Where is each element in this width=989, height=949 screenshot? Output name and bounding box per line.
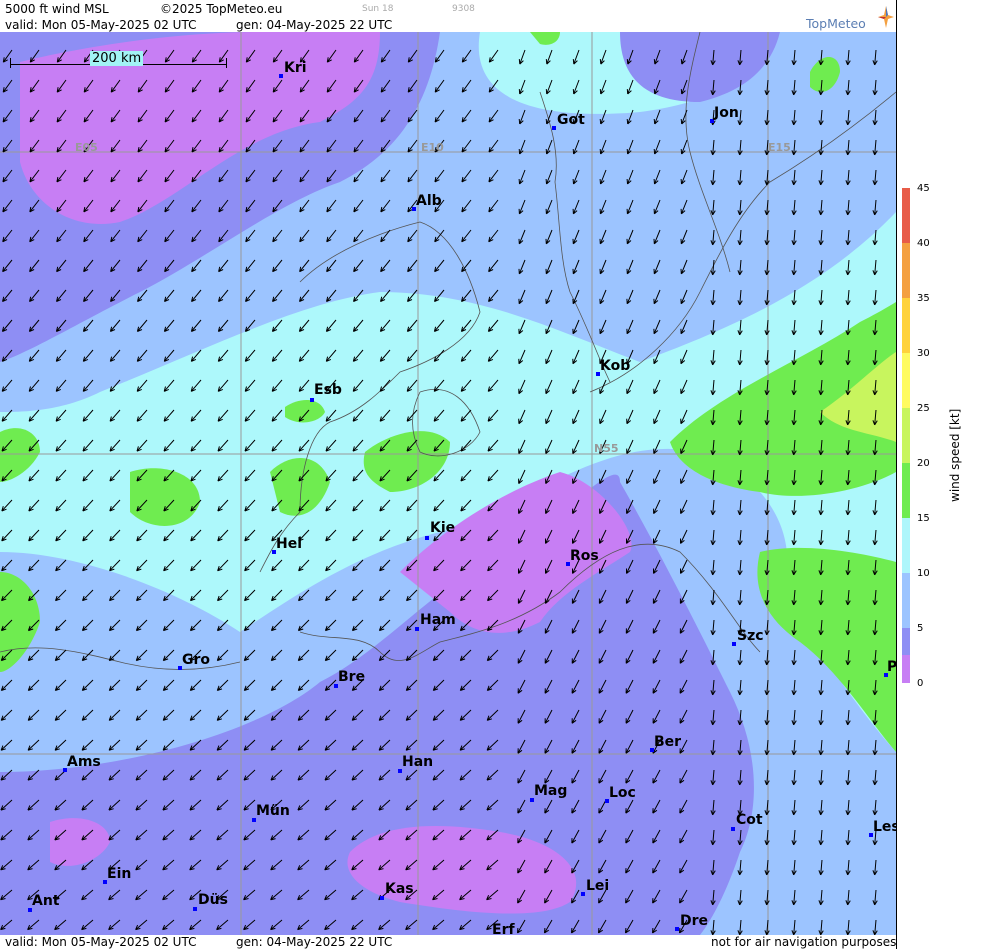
sun-text: Sun 18 <box>362 4 394 14</box>
city-label-kri: Kri <box>284 60 307 76</box>
city-label-kob: Kob <box>600 358 631 374</box>
scale-label: 200 km <box>90 51 144 66</box>
legend-tick: 30 <box>917 348 930 359</box>
map-title: 5000 ft wind MSL <box>5 2 109 16</box>
legend-tick: 5 <box>917 623 924 634</box>
wind-speed-field <box>0 32 896 935</box>
city-label-ber: Ber <box>654 734 682 750</box>
city-label-p: P <box>887 659 896 675</box>
city-label-kie: Kie <box>430 520 456 536</box>
city-label-gro: Gro <box>182 652 211 668</box>
legend-unit-label: wind speed [kt] <box>948 408 962 502</box>
city-marker <box>731 827 735 831</box>
colorbar-segment <box>902 655 910 683</box>
legend-tick: 45 <box>917 183 930 194</box>
city-marker <box>425 536 429 540</box>
grid-label-e10: E10 <box>421 141 444 154</box>
city-label-hel: Hel <box>276 536 303 552</box>
city-label-lei: Lei <box>586 878 610 894</box>
legend-tick: 35 <box>917 293 930 304</box>
city-label-ant: Ant <box>32 893 60 909</box>
city-marker <box>415 627 419 631</box>
map-header: 5000 ft wind MSL ©2025 TopMeteo.eu Sun 1… <box>0 0 896 32</box>
wind-map[interactable]: 200 km E05 E10 E15 N55 Kri Got Jon Alb E… <box>0 32 896 935</box>
generation-time: gen: 04-May-2025 22 UTC <box>236 18 393 32</box>
city-marker <box>310 398 314 402</box>
colorbar-segment <box>902 408 910 463</box>
disclaimer-text: not for air navigation purposes <box>711 935 897 949</box>
city-label-kas: Kas <box>385 881 414 897</box>
legend-tick: 40 <box>917 238 930 249</box>
legend-tick: 20 <box>917 458 930 469</box>
city-label-ham: Ham <box>420 612 456 628</box>
colorbar-segment <box>902 188 910 243</box>
topmeteo-logo: TopMeteo <box>806 6 896 32</box>
city-label-loc: Loc <box>609 785 636 801</box>
city-label-ams: Ams <box>67 754 101 770</box>
map-footer: valid: Mon 05-May-2025 02 UTC gen: 04-Ma… <box>0 935 896 949</box>
city-label-got: Got <box>557 112 585 128</box>
city-label-erf: Erf <box>492 922 515 935</box>
city-label-les: Les <box>873 819 896 835</box>
compass-star-icon <box>878 6 894 28</box>
city-marker <box>581 892 585 896</box>
footer-valid-time: valid: Mon 05-May-2025 02 UTC <box>5 935 197 949</box>
grid-label-e05: E05 <box>75 141 98 154</box>
city-label-ein: Ein <box>107 866 132 882</box>
city-label-bre: Bre <box>338 669 366 685</box>
city-label-mag: Mag <box>534 783 568 799</box>
city-marker <box>675 927 679 931</box>
city-label-szc: Szc <box>737 628 764 644</box>
city-label-dre: Dre <box>680 913 709 929</box>
city-marker <box>380 896 384 900</box>
scale-bar: 200 km <box>10 51 227 68</box>
code-text: 9308 <box>452 4 475 14</box>
city-label-dus: Düs <box>198 892 228 908</box>
legend-tick: 10 <box>917 568 930 579</box>
colorbar-segment <box>902 518 910 573</box>
city-label-alb: Alb <box>416 193 442 209</box>
copyright-text: ©2025 TopMeteo.eu <box>160 2 283 16</box>
legend-tick: 15 <box>917 513 930 524</box>
grid-label-e15: E15 <box>768 141 791 154</box>
colorbar-segment <box>902 628 910 655</box>
city-marker <box>732 642 736 646</box>
city-marker <box>552 126 556 130</box>
city-marker <box>279 74 283 78</box>
colorbar-segment <box>902 463 910 518</box>
footer-generation-time: gen: 04-May-2025 22 UTC <box>236 935 393 949</box>
wind-speed-colorbar <box>902 188 910 683</box>
colorbar-segment <box>902 573 910 628</box>
colorbar-segment <box>902 353 910 408</box>
valid-time: valid: Mon 05-May-2025 02 UTC <box>5 18 197 32</box>
grid-label-n55: N55 <box>594 442 619 455</box>
city-label-esb: Esb <box>314 382 342 398</box>
city-marker <box>193 907 197 911</box>
city-label-ros: Ros <box>570 548 599 564</box>
legend-tick: 25 <box>917 403 930 414</box>
city-label-jon: Jon <box>714 105 739 121</box>
colorbar-segment <box>902 243 910 298</box>
legend-tick: 0 <box>917 678 924 689</box>
colorbar-segment <box>902 298 910 353</box>
city-label-han: Han <box>402 754 434 770</box>
city-label-mun: Mün <box>256 803 290 819</box>
city-label-cot: Cot <box>736 812 763 828</box>
